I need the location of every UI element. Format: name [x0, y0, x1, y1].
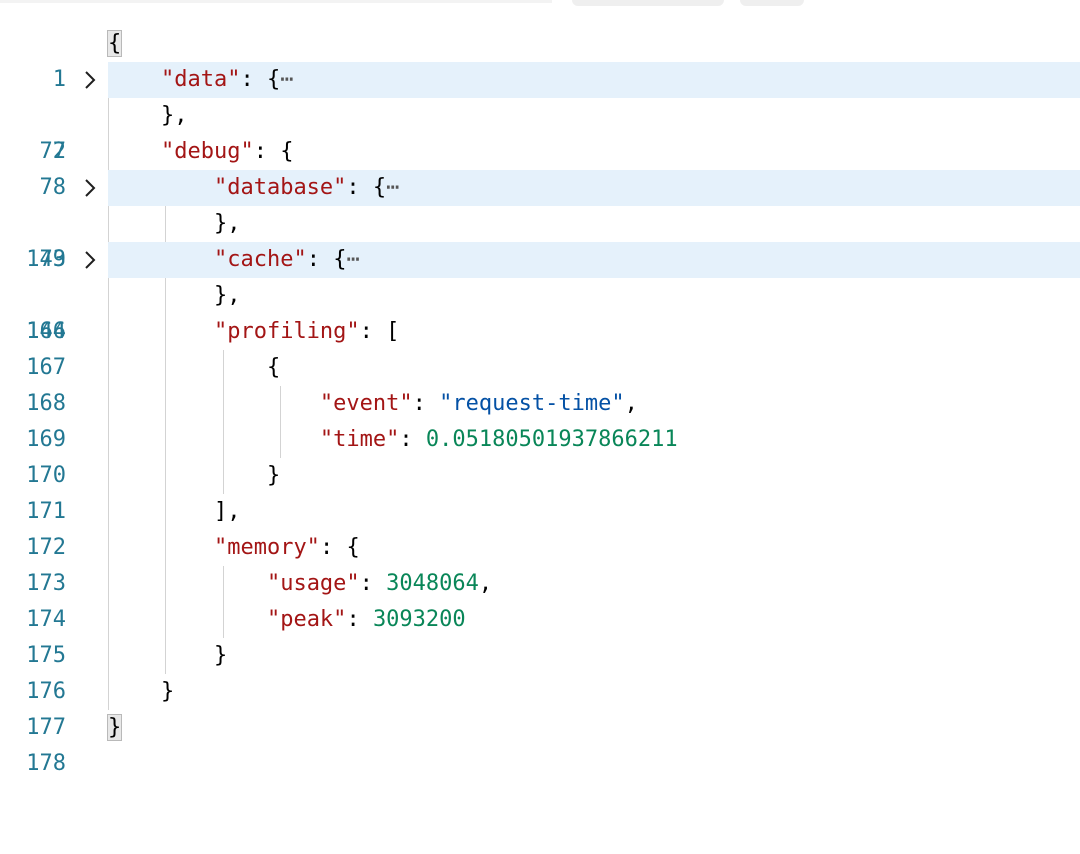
line-content: "data": {⋯	[160, 67, 294, 92]
code-line[interactable]: 175 "peak": 3093200	[0, 602, 1080, 668]
line-content: },	[160, 103, 188, 128]
line-content: }	[266, 463, 281, 488]
line-content: }	[106, 710, 123, 746]
tab-strip	[0, 0, 1080, 8]
code-line[interactable]: 178 }	[0, 710, 1080, 776]
line-content: "usage": 3048064,	[266, 571, 493, 596]
json-key: "data"	[160, 67, 241, 92]
line-content: "cache": {⋯	[213, 247, 360, 272]
chevron-right-icon[interactable]	[80, 170, 100, 206]
code-line[interactable]: 1 {	[0, 26, 1080, 92]
code-line-folded[interactable]: 79 "database": {⋯	[0, 170, 1080, 272]
line-content: "memory": {	[213, 535, 360, 560]
line-content: }	[160, 679, 175, 704]
tab-strip-track	[0, 0, 552, 3]
json-key: "cache"	[213, 247, 307, 272]
code-line[interactable]: 143 },	[0, 206, 1080, 272]
code-line[interactable]: 172 ],	[0, 494, 1080, 560]
json-key: "peak"	[266, 607, 347, 632]
code-line[interactable]: 171 }	[0, 458, 1080, 524]
line-content: }	[213, 643, 228, 668]
line-content: ],	[213, 499, 241, 524]
code-line[interactable]: 169 "event": "request-time",	[0, 386, 1080, 452]
line-content: "event": "request-time",	[319, 391, 638, 416]
code-line[interactable]: 168 {	[0, 350, 1080, 416]
tab-stub[interactable]	[740, 0, 804, 6]
json-key: "time"	[319, 427, 400, 452]
chevron-right-icon[interactable]	[80, 242, 100, 278]
json-key: "debug"	[160, 139, 254, 164]
line-content: "database": {⋯	[213, 175, 400, 200]
code-line[interactable]: 176 }	[0, 638, 1080, 704]
line-content: {	[266, 355, 281, 380]
json-key: "usage"	[266, 571, 360, 596]
folded-ellipsis[interactable]: ⋯	[386, 175, 399, 200]
tab-stub[interactable]	[572, 0, 724, 6]
folded-ellipsis[interactable]: ⋯	[346, 247, 359, 272]
json-key: "profiling"	[213, 319, 360, 344]
code-line[interactable]: 77 },	[0, 98, 1080, 164]
line-content: "time": 0.05180501937866211	[319, 427, 678, 452]
json-number-value: 3048064	[386, 571, 479, 596]
json-key: "event"	[319, 391, 413, 416]
line-content: },	[213, 283, 241, 308]
line-content: },	[213, 211, 241, 236]
line-content: "peak": 3093200	[266, 607, 466, 632]
json-key: "memory"	[213, 535, 320, 560]
folded-ellipsis[interactable]: ⋯	[280, 67, 293, 92]
json-number-value: 3093200	[372, 607, 466, 632]
code-editor[interactable]: 1 { 2 "data": {⋯ 77 }, 78 "debug": { 79 …	[0, 26, 1080, 776]
chevron-right-icon[interactable]	[80, 62, 100, 98]
code-line-folded[interactable]: 2 "data": {⋯	[0, 62, 1080, 164]
code-line[interactable]: 177 }	[0, 674, 1080, 740]
code-line[interactable]: 173 "memory": {	[0, 530, 1080, 596]
json-number-value: 0.05180501937866211	[425, 427, 678, 452]
code-line[interactable]: 166 },	[0, 278, 1080, 344]
code-line[interactable]: 170 "time": 0.05180501937866211	[0, 422, 1080, 488]
line-content: "profiling": [	[213, 319, 400, 344]
json-string-value: "request-time"	[439, 391, 625, 416]
json-key: "database"	[213, 175, 347, 200]
code-line[interactable]: 174 "usage": 3048064,	[0, 566, 1080, 632]
bracket-match: }	[106, 714, 123, 741]
code-line[interactable]: 167 "profiling": [	[0, 314, 1080, 380]
line-content: "debug": {	[160, 139, 294, 164]
code-line-folded[interactable]: 144 "cache": {⋯	[0, 242, 1080, 344]
bracket-match: {	[106, 30, 123, 57]
code-line[interactable]: 78 "debug": {	[0, 134, 1080, 200]
line-number: 178	[26, 751, 66, 776]
line-content: {	[106, 26, 123, 62]
